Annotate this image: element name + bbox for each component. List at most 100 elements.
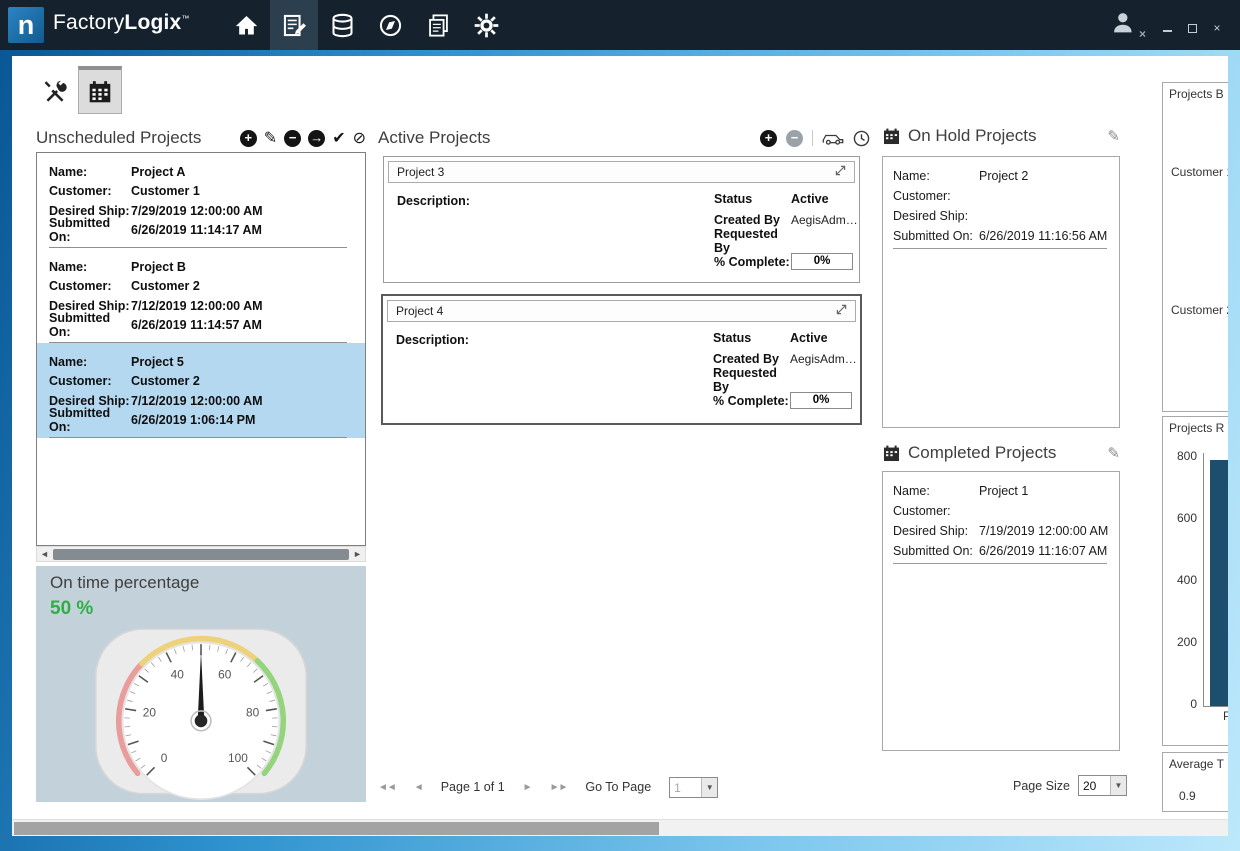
on-hold-projects-header: On Hold Projects ✎ [882,126,1120,146]
project-desired-ship: 7/19/2019 12:00:00 AM [979,524,1108,538]
panel-title: Projects B [1163,83,1228,103]
panel-title: Projects R [1163,417,1228,437]
y-axis-tick: 0 [1163,697,1197,711]
completed-projects-header: Completed Projects ✎ [882,443,1120,463]
svg-text:80: 80 [246,706,260,720]
ship-car-icon[interactable] [822,131,844,145]
active-toolbar: + − [760,130,870,147]
nav-project-planning-icon[interactable] [270,0,318,50]
calendar-icon [87,79,113,105]
nav-reports-icon[interactable] [414,0,462,50]
field-label-customer: Customer: [49,184,131,198]
tab-tools[interactable] [34,68,76,114]
nav-home-icon[interactable] [222,0,270,50]
svg-text:0: 0 [161,751,168,765]
nav-settings-gear-icon[interactable] [462,0,510,50]
next-page-button[interactable]: ► [523,782,532,793]
scroll-left-icon[interactable]: ◄ [37,549,52,559]
percent-complete-label: % Complete: [714,255,791,269]
completed-project-card[interactable]: Name:Project 1 Customer: Desired Ship:7/… [882,471,1120,751]
maximize-icon [1188,24,1197,33]
expand-icon[interactable] [835,165,846,179]
remove-active-project-button[interactable]: − [786,130,803,147]
pagination-bar: ◄◄ ◄ Page 1 of 1 ► ►► Go To Page 1▼ [378,775,736,799]
app-logo: n [8,7,44,43]
on-time-value: 50 % [50,598,93,620]
project-name: Project 2 [979,169,1028,183]
add-active-project-button[interactable]: + [760,130,777,147]
page-indicator: Page 1 of 1 [441,780,505,794]
logout-x-icon: × [1139,27,1146,41]
close-button[interactable]: × [1210,22,1224,34]
page-size-select[interactable]: 20▼ [1078,775,1127,796]
card-project-name: Project 4 [396,304,443,318]
project-name: Project 5 [131,355,184,369]
minimize-button[interactable] [1160,22,1174,34]
card-header[interactable]: Project 4 [387,300,856,322]
logo-letter: n [18,10,35,41]
svg-text:100: 100 [228,751,248,765]
page-size-label: Page Size [1013,779,1070,793]
main-horizontal-scrollbar[interactable] [12,819,1228,836]
y-axis-tick: 0.9 [1179,789,1196,803]
scrollbar-thumb[interactable] [53,549,349,560]
schedule-project-button[interactable]: → [308,130,325,147]
page-size-value: 20 [1079,776,1110,795]
add-project-button[interactable]: + [240,130,257,147]
edit-completed-icon[interactable]: ✎ [1107,446,1120,461]
previous-page-button[interactable]: ◄ [414,782,423,793]
field-label-name: Name: [49,165,131,179]
scroll-right-icon[interactable]: ► [350,549,365,559]
first-page-button[interactable]: ◄◄ [378,782,396,793]
field-label-submitted-on: Submitted On: [49,216,131,244]
list-item-project-5-selected[interactable]: Name:Project 5 Customer:Customer 2 Desir… [37,343,365,438]
field-label-submitted-on: Submitted On: [49,406,131,434]
wrench-screwdriver-icon [42,78,68,104]
percent-complete-field[interactable]: 0% [791,253,853,270]
average-t-chart-panel: Average T 0.9 [1162,752,1228,812]
minimize-icon [1163,30,1172,32]
field-label-customer: Customer: [893,504,979,518]
active-projects-header: Active Projects + − [378,126,870,150]
app-title: FactoryLogix™ [53,11,190,35]
svg-text:40: 40 [171,667,185,681]
active-project-card-project-3[interactable]: Project 3 Description: StatusActive Crea… [383,156,860,283]
on-hold-project-card[interactable]: Name:Project 2 Customer: Desired Ship: S… [882,156,1120,428]
list-item-project-b[interactable]: Name:Project B Customer:Customer 2 Desir… [37,248,365,343]
remove-project-button[interactable]: − [284,130,301,147]
active-project-card-project-4-selected[interactable]: Project 4 Description: StatusActive Crea… [381,294,862,425]
last-page-button[interactable]: ►► [550,782,568,793]
scrollbar-thumb[interactable] [14,822,659,835]
edit-on-hold-icon[interactable]: ✎ [1107,129,1120,144]
status-value: Active [791,192,829,206]
svg-text:20: 20 [143,706,157,720]
window-frame: Unscheduled Projects + ✎ − → ✔ ⊘ Name:Pr… [0,50,1240,851]
calendar-icon [882,127,901,146]
accept-project-button[interactable]: ✔ [332,130,345,147]
expand-icon[interactable] [836,304,847,318]
field-label-submitted-on: Submitted On: [49,311,131,339]
project-submitted-on: 6/26/2019 11:14:57 AM [131,318,262,332]
edit-project-button[interactable]: ✎ [264,130,277,147]
unscheduled-horizontal-scrollbar[interactable]: ◄ ► [36,546,366,562]
go-to-page-select[interactable]: 1▼ [669,777,718,798]
maximize-button[interactable] [1185,22,1199,34]
field-label-name: Name: [49,355,131,369]
project-submitted-on: 6/26/2019 11:16:07 AM [979,544,1107,558]
list-item-project-a[interactable]: Name:Project A Customer:Customer 1 Desir… [37,153,365,248]
y-axis-tick: 200 [1163,635,1197,649]
card-header[interactable]: Project 3 [388,161,855,183]
percent-complete-label: % Complete: [713,394,790,408]
user-logout-button[interactable]: × [1110,9,1142,41]
dropdown-arrow-icon[interactable]: ▼ [701,778,717,797]
field-label-customer: Customer: [893,189,979,203]
nav-dispatch-icon[interactable] [366,0,414,50]
reject-project-button[interactable]: ⊘ [353,130,366,147]
nav-database-icon[interactable] [318,0,366,50]
user-icon [1110,9,1138,37]
tab-scheduler-selected[interactable] [78,66,122,114]
history-clock-icon[interactable] [853,130,870,147]
dropdown-arrow-icon[interactable]: ▼ [1110,776,1126,795]
percent-complete-field[interactable]: 0% [790,392,852,409]
card-project-name: Project 3 [397,165,444,179]
